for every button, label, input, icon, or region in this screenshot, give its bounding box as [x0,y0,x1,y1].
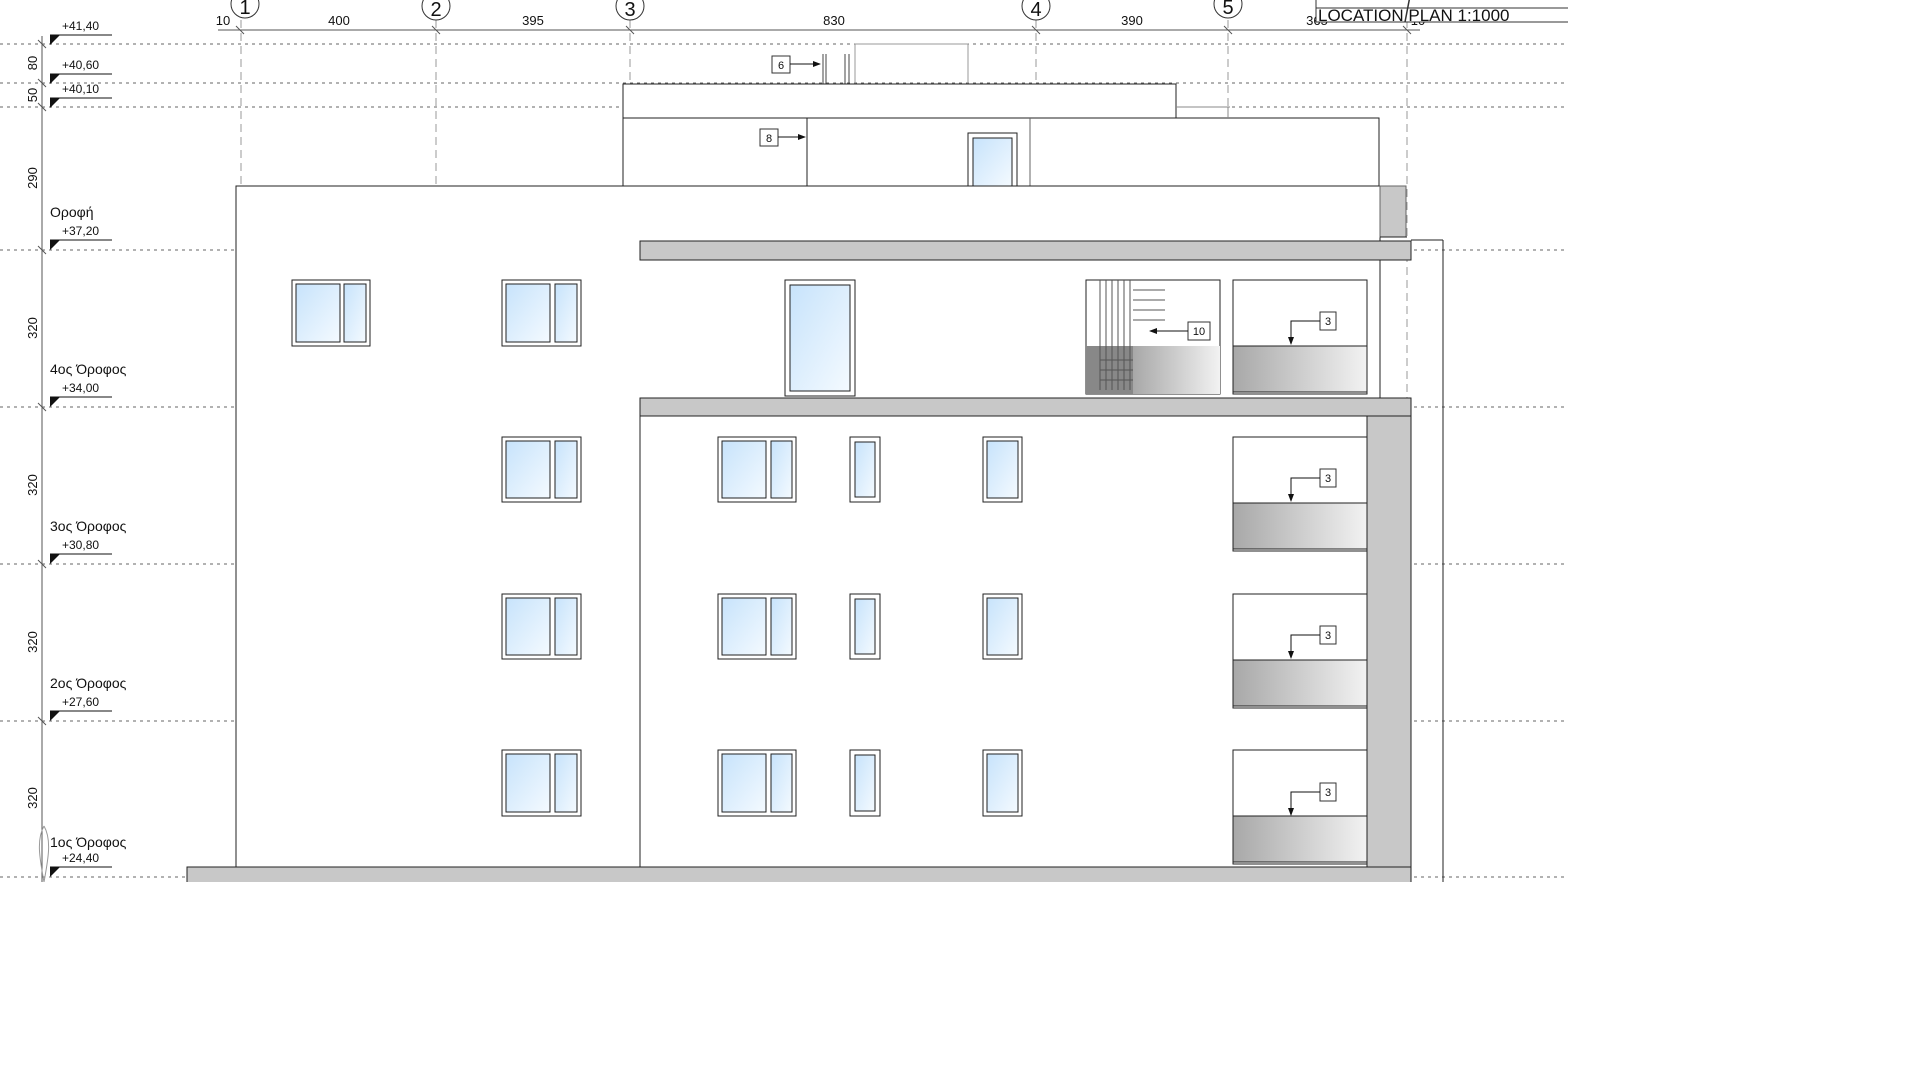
hdim-1: 10 [216,13,230,28]
svg-text:8: 8 [766,133,772,145]
location-plan-label: LOCATION PLAN 1:1000 [1318,6,1510,25]
level-marker: 4ος Όροφος +34,00 [50,361,127,407]
horizontal-dimensions: 10 400 395 830 390 365 10 [216,13,1425,28]
svg-text:10: 10 [1193,326,1205,338]
level-value: +27,60 [62,695,99,709]
title-block: LOCATION PLAN 1:1000 [1315,0,1577,25]
building-elevation [186,43,1444,888]
axis-label-4: 4 [1030,0,1041,21]
top-dimension-line [218,25,1420,35]
axis-label-2: 2 [430,0,441,21]
level-marker: +41,40 [50,19,112,45]
level-marker: 1ος Όροφος +24,40 [50,834,127,877]
level-value: +24,40 [62,851,99,865]
svg-text:3: 3 [1325,316,1331,328]
vertical-dimensions: 80 50 290 320 320 320 320 [25,56,40,809]
level-markers: +41,40 +40,60 +40,10 Οροφή +37,20 4ος Όρ… [50,19,127,877]
vdim-7: 320 [25,787,40,809]
level-name: 4ος Όροφος [50,361,127,377]
hdim-3: 395 [522,13,544,28]
tree-sketch [38,825,50,883]
level-marker: 3ος Όροφος +30,80 [50,518,127,564]
axis-label-1: 1 [239,0,250,19]
level-value: +34,00 [62,381,99,395]
hdim-5: 390 [1121,13,1143,28]
elevation-drawing: 1 2 3 4 5 10 400 395 830 390 365 10 LOCA… [0,0,1577,888]
level-marker: +40,10 [50,82,112,108]
vdim-6: 320 [25,631,40,653]
svg-text:6: 6 [778,60,784,72]
level-marker: +40,60 [50,58,112,84]
axis-label-3: 3 [624,0,635,21]
svg-text:3: 3 [1325,787,1331,799]
hdim-2: 400 [328,13,350,28]
level-value: +40,60 [62,58,99,72]
level-value: +40,10 [62,82,99,96]
level-marker: 2ος Όροφος +27,60 [50,675,127,721]
callout-tag: 6 [771,55,821,74]
vdim-2: 50 [25,88,40,102]
svg-text:3: 3 [1325,473,1331,485]
level-name: 1ος Όροφος [50,834,127,850]
level-name: Οροφή [50,204,94,220]
level-name: 3ος Όροφος [50,518,127,534]
vdim-3: 290 [25,167,40,189]
grid-axis-bubbles: 1 2 3 4 5 [230,0,1243,21]
vdim-5: 320 [25,474,40,496]
level-marker: Οροφή +37,20 [50,204,112,250]
level-value: +30,80 [62,538,99,552]
level-name: 2ος Όροφος [50,675,127,691]
vdim-1: 80 [25,56,40,70]
hdim-4: 830 [823,13,845,28]
vdim-4: 320 [25,317,40,339]
axis-label-5: 5 [1222,0,1233,19]
svg-text:3: 3 [1325,630,1331,642]
level-value: +37,20 [62,224,99,238]
left-dimension-line [37,36,47,882]
level-value: +41,40 [62,19,99,33]
